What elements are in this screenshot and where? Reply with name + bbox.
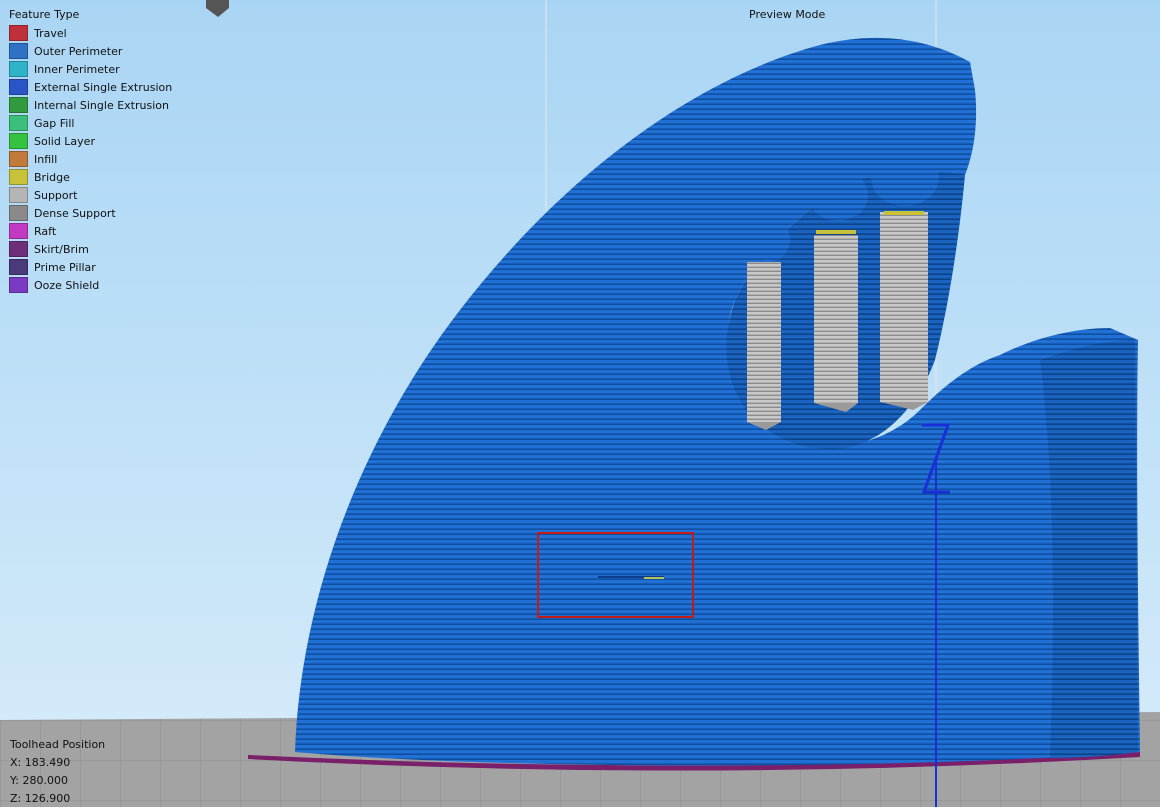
legend-label: Travel: [34, 26, 67, 40]
legend-item: External Single Extrusion: [9, 78, 172, 96]
support-pillar-3: [880, 212, 928, 402]
legend-swatch: [9, 79, 28, 95]
support-pillar-2: [814, 235, 858, 403]
legend-item: Prime Pillar: [9, 258, 172, 276]
legend-item: Skirt/Brim: [9, 240, 172, 258]
legend-swatch: [9, 151, 28, 167]
legend-swatch: [9, 259, 28, 275]
selection-box: [537, 532, 694, 618]
legend-label: Outer Perimeter: [34, 44, 123, 58]
legend-label: Prime Pillar: [34, 260, 96, 274]
toolhead-z: Z: 126.900: [10, 792, 71, 805]
legend-item: Ooze Shield: [9, 276, 172, 294]
legend-swatch: [9, 277, 28, 293]
legend-label: Bridge: [34, 170, 70, 184]
legend-item: Gap Fill: [9, 114, 172, 132]
legend-item: Travel: [9, 24, 172, 42]
legend-label: Infill: [34, 152, 58, 166]
bridge-2: [884, 211, 924, 215]
preview-scene[interactable]: [0, 0, 1160, 807]
legend-item: Internal Single Extrusion: [9, 96, 172, 114]
legend-swatch: [9, 97, 28, 113]
legend-label: External Single Extrusion: [34, 80, 173, 94]
legend-item: Inner Perimeter: [9, 60, 172, 78]
legend-label: Raft: [34, 224, 57, 238]
legend-item: Solid Layer: [9, 132, 172, 150]
nozzle-icon: [206, 0, 229, 17]
legend-item: Bridge: [9, 168, 172, 186]
knuckle-1: [746, 218, 790, 262]
legend-item: Outer Perimeter: [9, 42, 172, 60]
legend-label: Solid Layer: [34, 134, 95, 148]
legend-label: Internal Single Extrusion: [34, 98, 169, 112]
legend-label: Dense Support: [34, 206, 116, 220]
legend-label: Inner Perimeter: [34, 62, 120, 76]
legend-swatch: [9, 205, 28, 221]
toolhead-y: Y: 280.000: [10, 774, 68, 787]
legend-item: Infill: [9, 150, 172, 168]
legend-item: Raft: [9, 222, 172, 240]
legend-swatch: [9, 133, 28, 149]
legend-swatch: [9, 61, 28, 77]
support-pillar-1: [747, 262, 781, 422]
legend-swatch: [9, 43, 28, 59]
legend-swatch: [9, 223, 28, 239]
legend-label: Gap Fill: [34, 116, 75, 130]
bridge-1: [816, 230, 856, 234]
preview-mode-label: Preview Mode: [749, 8, 826, 21]
model-right-face: [1040, 340, 1138, 758]
legend-title: Feature Type: [9, 8, 80, 21]
printed-model: [295, 37, 1140, 766]
feature-type-legend: Feature Type Travel Outer Perimeter Inner …: [9, 8, 172, 294]
3d-preview-viewport[interactable]: Feature Type Travel Outer Perimeter Inner …: [0, 0, 1160, 807]
legend-swatch: [9, 169, 28, 185]
toolhead-position: Toolhead Position X: 183.490 Y: 280.000 …: [10, 736, 105, 807]
legend-swatch: [9, 115, 28, 131]
legend-label: Skirt/Brim: [34, 242, 89, 256]
toolhead-title: Toolhead Position: [10, 738, 106, 751]
knuckle-2: [808, 169, 868, 221]
legend-swatch: [9, 241, 28, 257]
legend-item: Dense Support: [9, 204, 172, 222]
legend-label: Ooze Shield: [34, 278, 100, 292]
legend-label: Support: [34, 188, 78, 202]
knuckle-3: [871, 150, 939, 206]
legend-swatch: [9, 187, 28, 203]
legend-swatch: [9, 25, 28, 41]
toolhead-x: X: 183.490: [10, 756, 71, 769]
legend-item: Support: [9, 186, 172, 204]
